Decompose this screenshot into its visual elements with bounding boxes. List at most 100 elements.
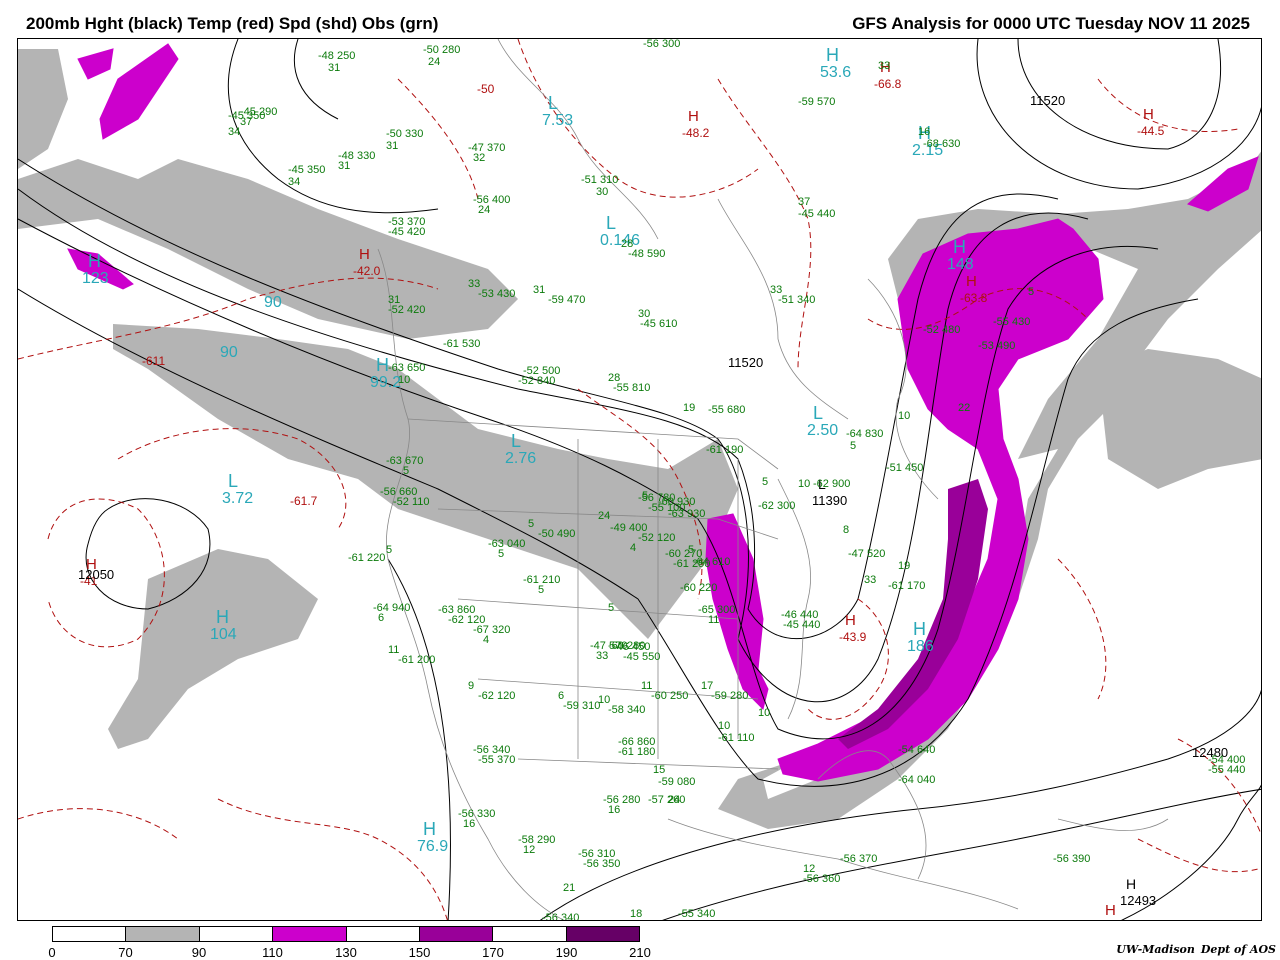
station-obs: -55 680 [708, 404, 745, 416]
station-obs: 33 [878, 60, 890, 72]
station-obs: -60 250 [651, 690, 688, 702]
wind-max-label-letter: L [813, 403, 823, 423]
legend-swatch [199, 927, 274, 941]
station-obs: 18 [630, 908, 642, 920]
station-obs: 16 [918, 126, 930, 138]
station-obs: -56 390 [1053, 853, 1090, 865]
station-obs: -61 180 [618, 746, 655, 758]
station-obs: -62 300 [758, 500, 795, 512]
station-obs: -45 550 [623, 651, 660, 663]
station-obs: 24 [478, 204, 490, 216]
temp-center-label-letter: H [1105, 902, 1116, 919]
station-obs: -55 370 [478, 754, 515, 766]
station-obs: 34 [228, 126, 240, 138]
wind-max-label-value: 148 [947, 256, 974, 273]
station-obs: 4 [483, 634, 489, 646]
station-obs: -52 480 [923, 324, 960, 336]
wind-max-label-letter: H [216, 607, 229, 627]
wind-max-label-letter: H [913, 619, 926, 639]
station-obs: -51 340 [778, 294, 815, 306]
station-obs: -55 610 [18, 39, 55, 42]
station-obs: -61 530 [443, 338, 480, 350]
height-label-letter: H [1126, 876, 1136, 892]
station-obs: 24 [598, 510, 610, 522]
station-obs: -53 490 [978, 340, 1015, 352]
wind-max-label-value: 2.50 [807, 422, 838, 439]
station-obs: -45 420 [388, 226, 425, 238]
station-obs: -50 280 [423, 44, 460, 56]
station-obs: 24 [428, 56, 440, 68]
station-obs: -56 350 [583, 858, 620, 870]
station-obs: 24 [668, 794, 680, 806]
temp-center-label-value: -50.9 [1099, 920, 1127, 921]
station-obs: -47 520 [848, 548, 885, 560]
station-obs: -61 200 [398, 654, 435, 666]
temp-center-label-value: -611 [142, 354, 165, 368]
station-obs: -59 280 [711, 690, 748, 702]
station-obs: -56 360 [803, 873, 840, 885]
temp-center-label-letter: H [845, 612, 856, 629]
credit-org: UW-Madison [1116, 943, 1195, 956]
legend-tick-label: 190 [555, 945, 578, 960]
wind-max-label-value: 186 [907, 638, 934, 655]
station-obs: -64 830 [846, 428, 883, 440]
station-obs: 33 [864, 574, 876, 586]
station-obs: -52 420 [388, 304, 425, 316]
legend-tick-label: 170 [482, 945, 504, 960]
station-obs: -59 080 [658, 776, 695, 788]
height-label-value: 12050 [78, 567, 114, 582]
station-obs: -68 630 [923, 138, 960, 150]
wind-max-label-value: 90 [264, 294, 282, 311]
legend-tick-label: 130 [335, 945, 357, 960]
temp-center-label-letter: H [966, 273, 977, 290]
station-obs: -48 590 [628, 248, 665, 260]
legend-swatch [493, 927, 567, 941]
station-obs: -58 340 [608, 704, 645, 716]
station-obs: -61 220 [348, 552, 385, 564]
wind-max-label-value: 99.2 [370, 374, 401, 391]
temp-center-label-value: -61.7 [290, 494, 318, 508]
station-obs: -67 320 [473, 624, 510, 636]
station-obs: -52 840 [518, 375, 555, 387]
legend-tick-label: 110 [262, 945, 283, 960]
legend-swatch [566, 927, 639, 941]
legend-tick-label: 0 [48, 945, 56, 960]
station-obs: 9 [468, 680, 474, 692]
station-obs: -61 110 [718, 732, 755, 744]
station-obs: 5 [608, 602, 614, 614]
wind-max-label-letter: H [88, 251, 101, 271]
map-canvas: H53.6L7.53H2.15L0.146H1239090H99.2L2.76L… [18, 39, 1261, 921]
station-obs: -61 250 [673, 558, 710, 570]
station-obs: -54 640 [898, 744, 935, 756]
height-label-value: 12493 [1120, 893, 1156, 908]
legend-swatch [273, 927, 347, 941]
station-obs: -61 190 [706, 444, 743, 456]
weather-map: H 53.6 L 7.53 H 2.15 L 0.146 H 123 90 90 H 99.2 L 2.76 L… [17, 38, 1262, 921]
temp-center-label-value: -48.2 [682, 126, 710, 140]
legend-tick-label: 90 [191, 945, 207, 960]
station-obs: -63 650 [388, 362, 425, 374]
temp-center-label-value: -66.8 [874, 77, 902, 91]
station-obs: -45 350 [288, 164, 325, 176]
station-obs: 16 [608, 804, 620, 816]
station-obs: 37 [798, 196, 810, 208]
legend-swatch [419, 927, 494, 941]
station-obs: -50 490 [538, 528, 575, 540]
station-obs: 31 [328, 62, 340, 74]
station-obs: 16 [463, 818, 475, 830]
wind-max-label-value: 53.6 [820, 64, 851, 81]
station-obs: 30 [596, 186, 608, 198]
station-obs: 10 [758, 707, 770, 719]
station-obs: 10 [398, 374, 410, 386]
station-obs: 31 [386, 140, 398, 152]
station-obs: 19 [683, 402, 695, 414]
map-title: 200mb Hght (black) Temp (red) Spd (shd) … [26, 14, 439, 33]
station-obs: -52 120 [638, 532, 675, 544]
station-obs: 33 [596, 650, 608, 662]
station-obs: 6 [378, 612, 384, 624]
station-obs: -48 250 [318, 50, 355, 62]
station-obs: -56 340 [542, 912, 579, 921]
station-obs: -63 930 [668, 508, 705, 520]
temp-center-label-letter: H [359, 246, 370, 263]
legend-tick-label: 150 [408, 945, 431, 960]
